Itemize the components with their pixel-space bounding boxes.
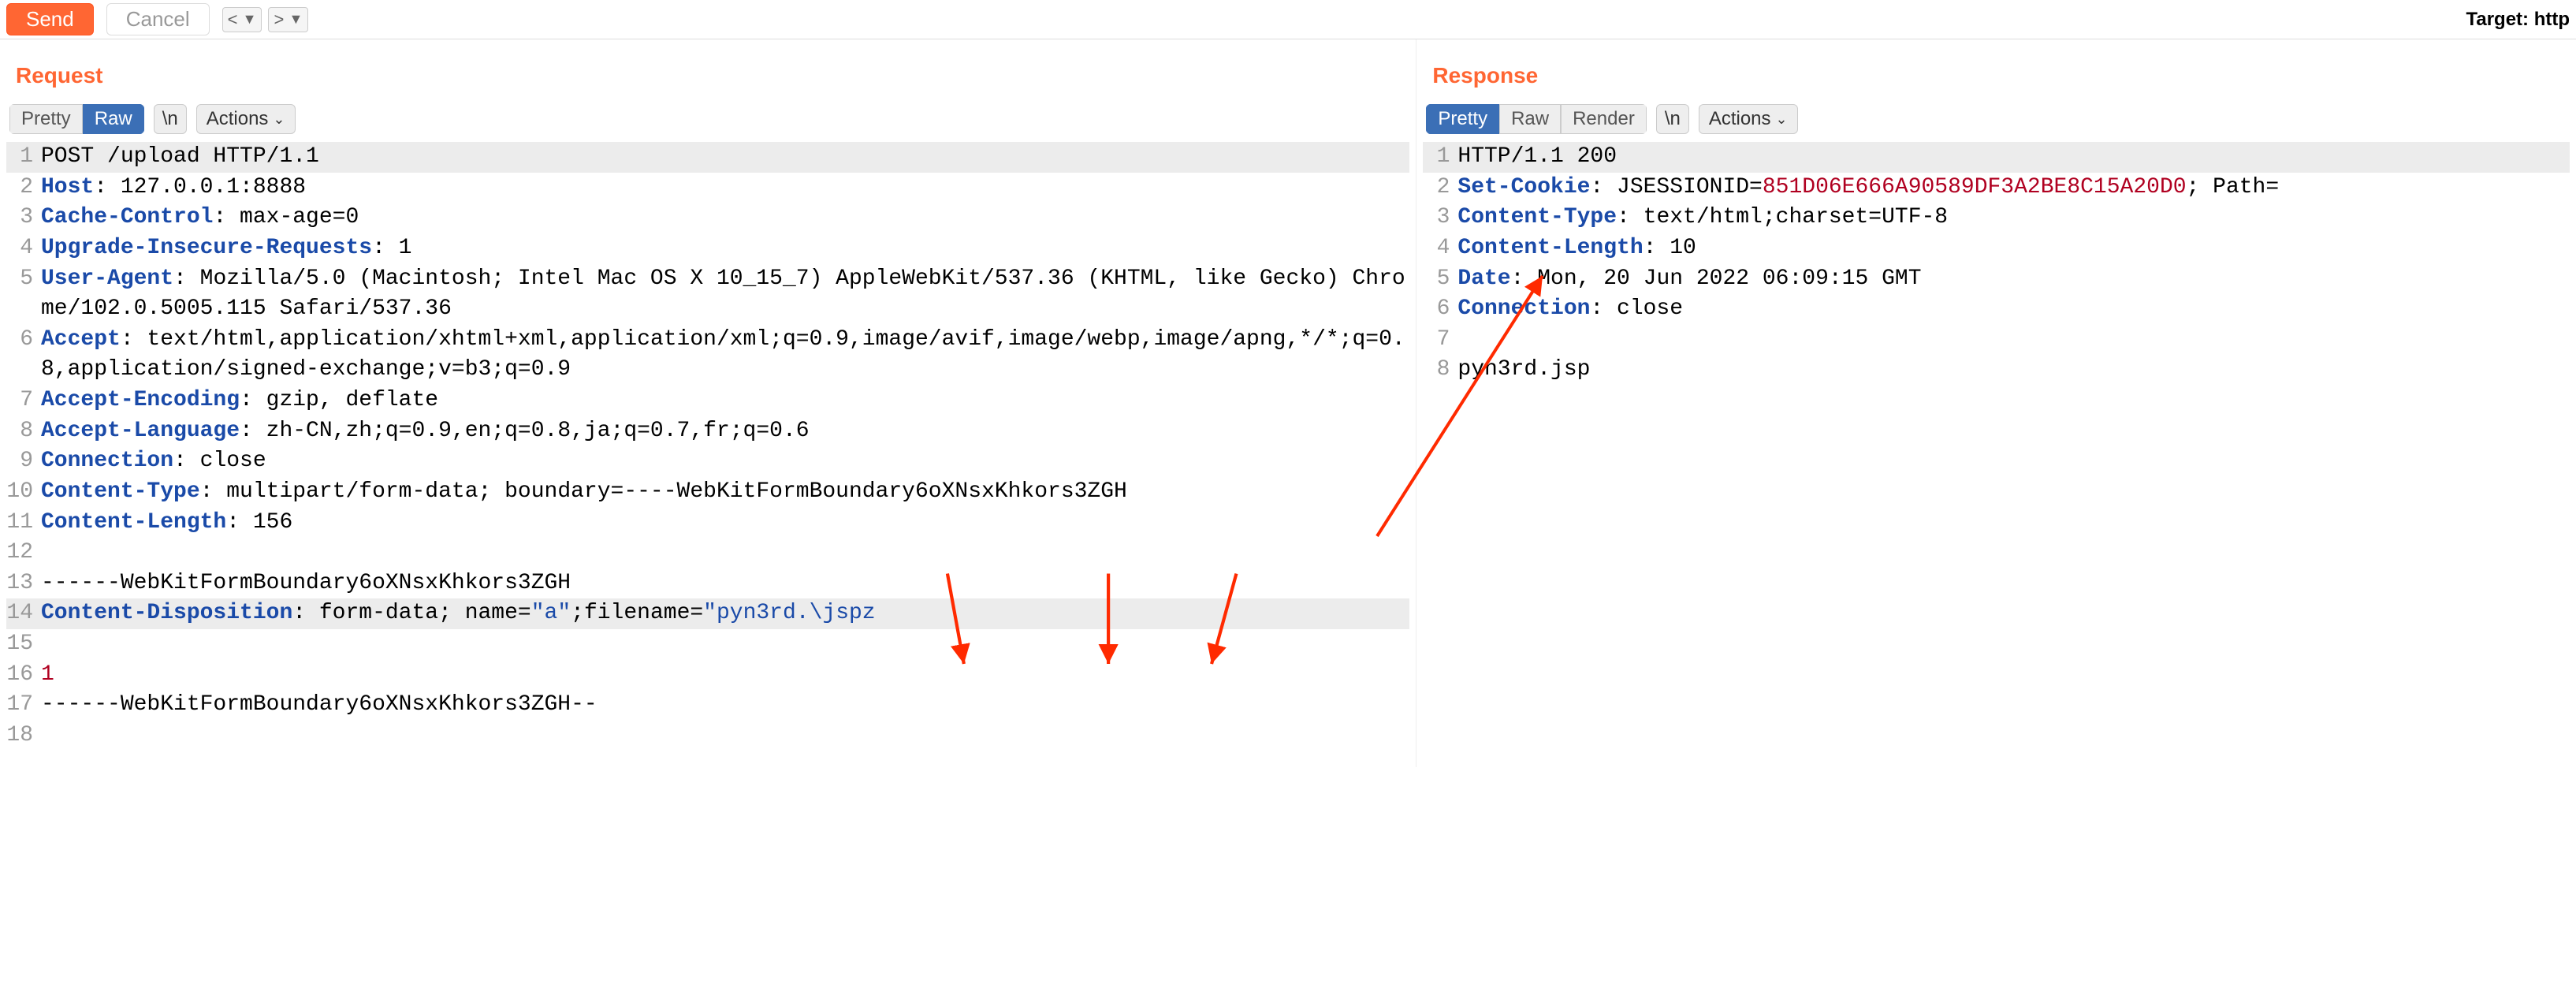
history-nav: < ▼ > ▼ <box>222 7 309 32</box>
request-line-5: User-Agent: Mozilla/5.0 (Macintosh; Inte… <box>41 264 1409 325</box>
target-label: Target: http <box>2466 9 2570 31</box>
request-line-14: Content-Disposition: form-data; name="a"… <box>41 598 1409 629</box>
request-line-2: Host: 127.0.0.1:8888 <box>41 173 1409 203</box>
tab-render[interactable]: Render <box>1561 104 1647 134</box>
request-line-10: Content-Type: multipart/form-data; bound… <box>41 477 1409 508</box>
request-line-17: ------WebKitFormBoundary6oXNsxKhkors3ZGH… <box>41 690 1409 721</box>
actions-dropdown[interactable]: Actions ⌄ <box>1699 104 1798 134</box>
request-line-6: Accept: text/html,application/xhtml+xml,… <box>41 325 1409 386</box>
response-body[interactable]: 1HTTP/1.1 200 2Set-Cookie: JSESSIONID=85… <box>1423 139 2570 389</box>
tab-pretty[interactable]: Pretty <box>1426 104 1499 134</box>
send-button[interactable]: Send <box>6 3 94 35</box>
response-line-5: Date: Mon, 20 Jun 2022 06:09:15 GMT <box>1457 264 2570 295</box>
main-split: Request Pretty Raw \n Actions ⌄ 1 POST /u… <box>0 39 2576 767</box>
request-panel: Request Pretty Raw \n Actions ⌄ 1 POST /u… <box>0 39 1416 767</box>
actions-label: Actions <box>1709 108 1771 130</box>
request-line-1: POST /upload HTTP/1.1 <box>41 142 1409 173</box>
response-line-6: Connection: close <box>1457 294 2570 325</box>
tab-raw[interactable]: Raw <box>83 104 144 134</box>
cancel-button[interactable]: Cancel <box>106 3 210 35</box>
response-panel: Response Pretty Raw Render \n Actions ⌄ … <box>1416 39 2576 767</box>
response-view-toolbar: Pretty Raw Render \n Actions ⌄ <box>1423 104 2570 139</box>
request-view-tabs: Pretty Raw <box>9 104 144 134</box>
top-toolbar: Send Cancel < ▼ > ▼ Target: http <box>0 0 2576 39</box>
response-title: Response <box>1423 52 2570 104</box>
history-forward-button[interactable]: > ▼ <box>268 7 308 32</box>
response-line-8: pyn3rd.jsp <box>1457 355 2570 386</box>
newline-toggle[interactable]: \n <box>1656 104 1689 134</box>
request-body[interactable]: 1POST /upload HTTP/1.1 2Host: 127.0.0.1:… <box>6 139 1409 755</box>
request-line-13: ------WebKitFormBoundary6oXNsxKhkors3ZGH <box>41 568 1409 599</box>
response-line-3: Content-Type: text/html;charset=UTF-8 <box>1457 203 2570 233</box>
request-title: Request <box>6 52 1409 104</box>
chevron-down-icon: ⌄ <box>273 111 285 128</box>
response-line-1: HTTP/1.1 200 <box>1457 142 2570 173</box>
chevron-down-icon: ⌄ <box>1776 111 1788 128</box>
request-view-toolbar: Pretty Raw \n Actions ⌄ <box>6 104 1409 139</box>
actions-dropdown[interactable]: Actions ⌄ <box>196 104 296 134</box>
request-line-16: 1 <box>41 660 1409 691</box>
request-line-3: Cache-Control: max-age=0 <box>41 203 1409 233</box>
chevron-down-icon: ▼ <box>243 11 257 28</box>
response-view-tabs: Pretty Raw Render <box>1426 104 1646 134</box>
chevron-down-icon: ▼ <box>288 11 303 28</box>
response-line-4: Content-Length: 10 <box>1457 233 2570 264</box>
request-line-7: Accept-Encoding: gzip, deflate <box>41 386 1409 416</box>
request-line-4: Upgrade-Insecure-Requests: 1 <box>41 233 1409 264</box>
tab-raw[interactable]: Raw <box>1499 104 1561 134</box>
actions-label: Actions <box>207 108 269 130</box>
request-line-11: Content-Length: 156 <box>41 508 1409 539</box>
tab-pretty[interactable]: Pretty <box>9 104 83 134</box>
request-line-9: Connection: close <box>41 446 1409 477</box>
request-line-8: Accept-Language: zh-CN,zh;q=0.9,en;q=0.8… <box>41 416 1409 447</box>
history-back-button[interactable]: < ▼ <box>222 7 262 32</box>
response-line-2: Set-Cookie: JSESSIONID=851D06E666A90589D… <box>1457 173 2570 203</box>
newline-toggle[interactable]: \n <box>154 104 187 134</box>
